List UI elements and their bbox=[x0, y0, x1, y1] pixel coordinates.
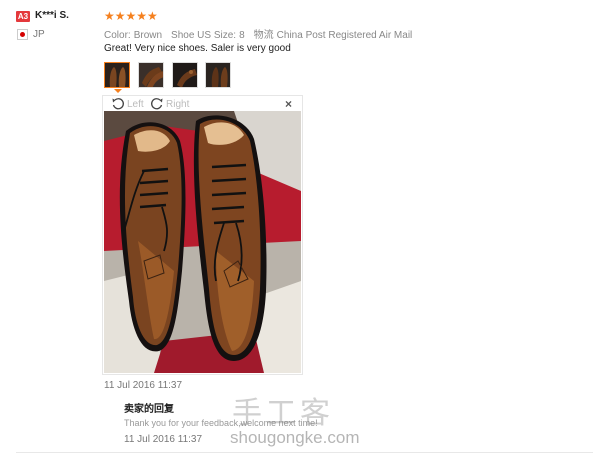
rotate-left-icon bbox=[112, 98, 124, 110]
star-rating: ★★★★★ bbox=[104, 9, 158, 23]
size-value: 8 bbox=[239, 30, 245, 41]
buyer-level-badge: A3 bbox=[16, 11, 30, 22]
rotate-right-button[interactable]: Right bbox=[150, 97, 189, 111]
seller-reply-title: 卖家的回复 bbox=[124, 404, 174, 415]
rotate-right-label: Right bbox=[166, 98, 190, 110]
review-photo-thumbnail[interactable] bbox=[172, 62, 198, 88]
selected-thumbnail-caret bbox=[114, 89, 122, 93]
review-date: 11 Jul 2016 11:37 bbox=[104, 380, 183, 391]
review-photo-thumbnail[interactable] bbox=[104, 62, 130, 88]
rotate-left-label: Left bbox=[127, 98, 144, 110]
review-divider bbox=[16, 452, 593, 453]
watermark-url: shougongke.com bbox=[230, 428, 360, 447]
review-text: Great! Very nice shoes. Saler is very go… bbox=[104, 43, 291, 54]
rotate-right-icon bbox=[151, 98, 163, 110]
shipping-label: 物流 bbox=[253, 30, 274, 41]
watermark-chinese: 手工客 bbox=[232, 396, 334, 431]
review-photo-thumbnail[interactable] bbox=[205, 62, 231, 88]
review-photo-large bbox=[104, 111, 301, 373]
size-label: Shoe US Size: bbox=[171, 30, 237, 41]
close-viewer-button[interactable]: × bbox=[285, 97, 292, 111]
rotate-left-button[interactable]: Left bbox=[111, 97, 144, 111]
color-value: Brown bbox=[133, 30, 163, 41]
color-label: Color: bbox=[104, 30, 131, 41]
reviewer-country: JP bbox=[33, 29, 45, 40]
seller-reply-date: 11 Jul 2016 11:37 bbox=[124, 434, 203, 445]
japan-flag-icon bbox=[17, 29, 28, 40]
review-photo-thumbnail[interactable] bbox=[138, 62, 164, 88]
reviewer-name: K***i S. bbox=[35, 10, 69, 21]
shipping-value: China Post Registered Air Mail bbox=[276, 30, 413, 41]
review-attributes: Color: Brown Shoe US Size: 8 物流 China Post Re… bbox=[104, 26, 412, 41]
